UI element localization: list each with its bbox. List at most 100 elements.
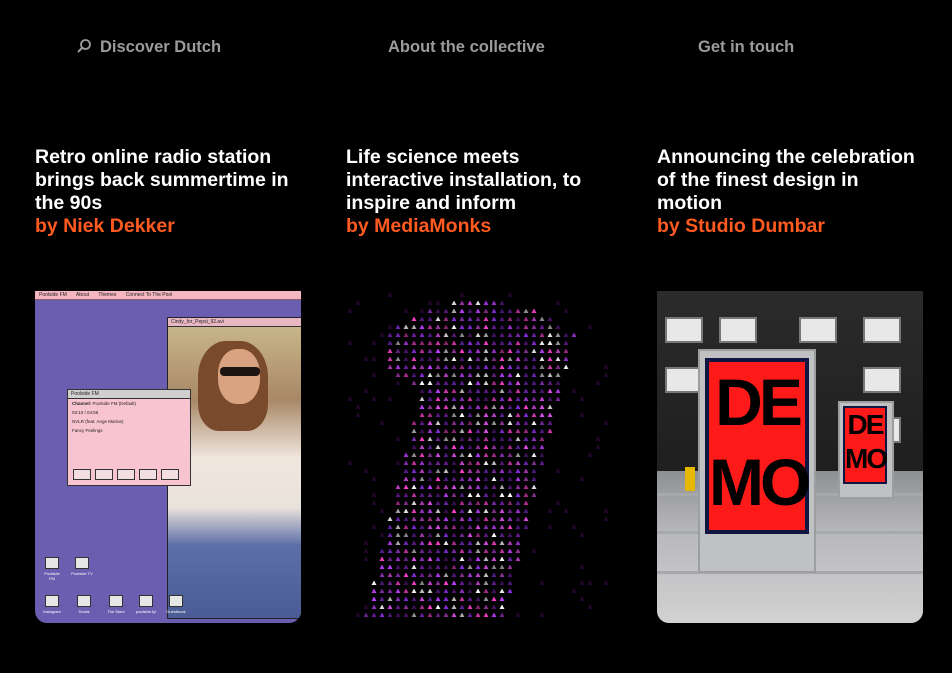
particle-mark (427, 380, 433, 385)
particle-mark (555, 500, 561, 505)
particle-mark (555, 396, 561, 401)
particle-mark (523, 468, 529, 473)
particle-mark (499, 428, 505, 433)
particle-mark (515, 444, 521, 449)
particle-mark (427, 372, 433, 377)
particle-mark (387, 612, 393, 617)
particle-mark (491, 548, 497, 553)
particle-mark (547, 508, 553, 513)
particle-mark (499, 556, 505, 561)
particle-mark (467, 396, 473, 401)
particle-mark (379, 572, 385, 577)
particle-mark (427, 300, 433, 305)
poster-letters-top: DE (847, 409, 885, 440)
particle-mark (547, 420, 553, 425)
particle-mark (483, 380, 489, 385)
particle-mark (411, 572, 417, 577)
discover-dutch-link[interactable]: Discover Dutch (76, 38, 221, 57)
particle-mark (395, 548, 401, 553)
particle-mark (379, 508, 385, 513)
particle-mark (443, 452, 449, 457)
particle-mark (443, 412, 449, 417)
particle-mark (555, 372, 561, 377)
particle-mark (443, 596, 449, 601)
particle-mark (443, 572, 449, 577)
particle-mark (467, 308, 473, 313)
particle-mark (451, 348, 457, 353)
article-thumbnail[interactable]: DE MO DE MO (657, 291, 923, 623)
particle-mark (555, 388, 561, 393)
particle-mark (483, 404, 489, 409)
particle-mark (451, 372, 457, 377)
particle-mark (475, 580, 481, 585)
particle-mark (395, 484, 401, 489)
particle-mark (387, 548, 393, 553)
particle-mark (523, 516, 529, 521)
particle-mark (411, 420, 417, 425)
particle-mark (451, 428, 457, 433)
particle-mark (467, 452, 473, 457)
particle-mark (499, 356, 505, 361)
about-collective-link[interactable]: About the collective (388, 38, 545, 57)
particle-mark (419, 564, 425, 569)
particle-mark (563, 332, 569, 337)
particle-mark (515, 396, 521, 401)
particle-mark (531, 404, 537, 409)
particle-mark (579, 532, 585, 537)
particle-mark (547, 380, 553, 385)
get-in-touch-link[interactable]: Get in touch (698, 38, 794, 57)
particle-mark (403, 372, 409, 377)
particle-mark (491, 308, 497, 313)
particle-mark (411, 380, 417, 385)
particle-mark (547, 348, 553, 353)
particle-mark (443, 604, 449, 609)
particle-mark (523, 332, 529, 337)
article-card-mediamonks[interactable]: Life science meets interactive installat… (346, 146, 612, 623)
particle-mark (411, 484, 417, 489)
particle-mark (443, 524, 449, 529)
article-title[interactable]: Retro online radio station brings back s… (35, 146, 301, 238)
particle-mark (395, 508, 401, 513)
particle-mark (507, 516, 513, 521)
particle-mark (419, 516, 425, 521)
particle-mark (419, 388, 425, 393)
particle-mark (459, 348, 465, 353)
particle-mark (523, 364, 529, 369)
particle-mark (403, 340, 409, 345)
particle-mark (403, 324, 409, 329)
particle-mark (523, 404, 529, 409)
particle-mark (443, 588, 449, 593)
particle-mark (435, 580, 441, 585)
particle-mark (435, 564, 441, 569)
particle-mark (371, 588, 377, 593)
menu-item: Connect To The Pool (125, 292, 173, 298)
particle-mark (531, 484, 537, 489)
particle-mark (379, 548, 385, 553)
article-thumbnail[interactable] (346, 291, 612, 623)
particle-mark (451, 572, 457, 577)
particle-mark (475, 324, 481, 329)
article-title[interactable]: Announcing the celebration of the finest… (657, 146, 923, 238)
particle-mark (603, 420, 609, 425)
particle-mark (483, 324, 489, 329)
article-card-poolside[interactable]: Retro online radio station brings back s… (35, 146, 301, 623)
article-thumbnail[interactable]: Poolside FM About Themes Connect To The … (35, 291, 301, 623)
particle-mark (459, 604, 465, 609)
particle-mark (419, 412, 425, 417)
particle-mark (459, 364, 465, 369)
particle-mark (435, 356, 441, 361)
article-card-dumbar[interactable]: Announcing the celebration of the finest… (657, 146, 923, 623)
particle-mark (499, 380, 505, 385)
particle-mark (515, 476, 521, 481)
article-title[interactable]: Life science meets interactive installat… (346, 146, 612, 238)
particle-mark (507, 356, 513, 361)
particle-mark (411, 540, 417, 545)
particle-mark (459, 564, 465, 569)
particle-mark (443, 508, 449, 513)
particle-mark (539, 316, 545, 321)
particle-mark (427, 524, 433, 529)
particle-mark (499, 476, 505, 481)
particle-mark (539, 348, 545, 353)
particle-mark (491, 452, 497, 457)
particle-mark (531, 308, 537, 313)
